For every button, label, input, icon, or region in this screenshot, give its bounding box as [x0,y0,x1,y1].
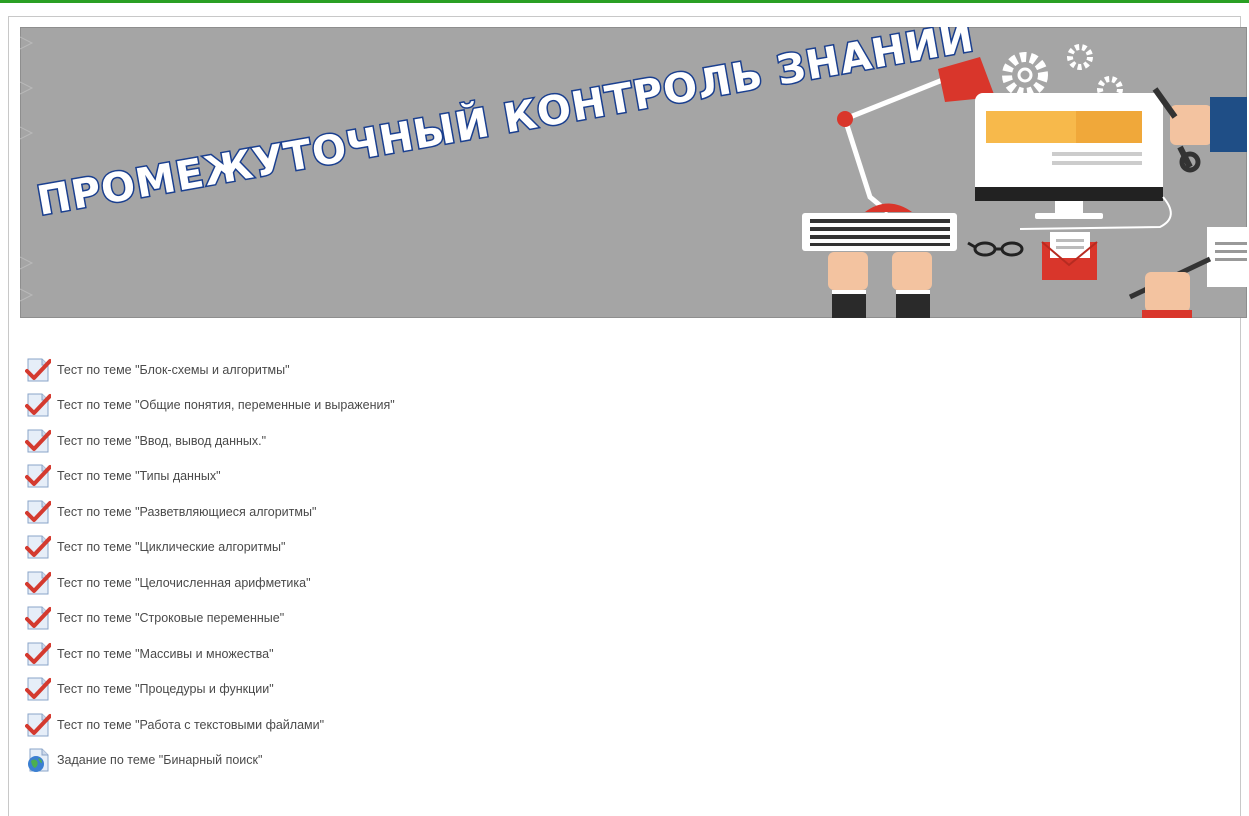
activity-list: Тест по теме "Блок-схемы и алгоритмы" Те… [24,352,924,778]
activity-list-item-10[interactable]: Тест по теме "Процедуры и функции" [24,672,924,708]
section-banner: ПРОМЕЖУТОЧНЫЙ КОНТРОЛЬ ЗНАНИЙ [20,27,1247,318]
activity-list-item-8[interactable]: Тест по теме "Строковые переменные" [24,601,924,637]
assignment-globe-icon [24,746,52,774]
activity-list-item-12[interactable]: Задание по теме "Бинарный поиск" [24,743,924,779]
hand-with-wrench-icon [1152,87,1247,173]
activity-list-item-4[interactable]: Тест по теме "Типы данных" [24,459,924,495]
activity-link-label[interactable]: Тест по теме "Работа с текстовыми файлам… [57,718,324,732]
quiz-checkmark-icon [24,604,52,632]
envelope-icon [1041,232,1098,280]
keyboard-icon [802,213,957,251]
activity-list-item-2[interactable]: Тест по теме "Общие понятия, переменные … [24,388,924,424]
quiz-checkmark-icon [24,427,52,455]
quiz-checkmark-icon [24,675,52,703]
activity-link-label[interactable]: Тест по теме "Общие понятия, переменные … [57,398,395,412]
activity-list-item-9[interactable]: Тест по теме "Массивы и множества" [24,636,924,672]
activity-list-item-1[interactable]: Тест по теме "Блок-схемы и алгоритмы" [24,352,924,388]
activity-link-label[interactable]: Тест по теме "Процедуры и функции" [57,682,274,696]
activity-list-item-5[interactable]: Тест по теме "Разветвляющиеся алгоритмы" [24,494,924,530]
activity-link-label[interactable]: Тест по теме "Массивы и множества" [57,647,274,661]
activity-link-label[interactable]: Тест по теме "Ввод, вывод данных." [57,434,266,448]
activity-link-label[interactable]: Тест по теме "Разветвляющиеся алгоритмы" [57,505,316,519]
activity-link-label[interactable]: Задание по теме "Бинарный поиск" [57,753,262,767]
activity-link-label[interactable]: Тест по теме "Циклические алгоритмы" [57,540,285,554]
computer-monitor-icon [975,93,1172,230]
activity-link-label[interactable]: Тест по теме "Блок-схемы и алгоритмы" [57,363,290,377]
quiz-checkmark-icon [24,640,52,668]
typing-hands-icon [828,252,932,318]
activity-list-item-11[interactable]: Тест по теме "Работа с текстовыми файлам… [24,707,924,743]
activity-link-label[interactable]: Тест по теме "Целочисленная арифметика" [57,576,311,590]
quiz-checkmark-icon [24,356,52,384]
activity-link-label[interactable]: Тест по теме "Строковые переменные" [57,611,284,625]
quiz-checkmark-icon [24,569,52,597]
activity-link-label[interactable]: Тест по теме "Типы данных" [57,469,221,483]
banner-illustration: ПРОМЕЖУТОЧНЫЙ КОНТРОЛЬ ЗНАНИЙ [20,27,1247,318]
gears-icon [1002,44,1123,102]
quiz-checkmark-icon [24,462,52,490]
top-accent-line [0,0,1249,3]
quiz-checkmark-icon [24,498,52,526]
quiz-checkmark-icon [24,391,52,419]
quiz-checkmark-icon [24,711,52,739]
activity-list-item-6[interactable]: Тест по теме "Циклические алгоритмы" [24,530,924,566]
banner-title: ПРОМЕЖУТОЧНЫЙ КОНТРОЛЬ ЗНАНИЙ [33,27,977,225]
quiz-checkmark-icon [24,533,52,561]
activity-list-item-7[interactable]: Тест по теме "Целочисленная арифметика" [24,565,924,601]
activity-list-item-3[interactable]: Тест по теме "Ввод, вывод данных." [24,423,924,459]
glasses-icon [967,241,1024,257]
document-with-pen-icon [1128,227,1247,318]
